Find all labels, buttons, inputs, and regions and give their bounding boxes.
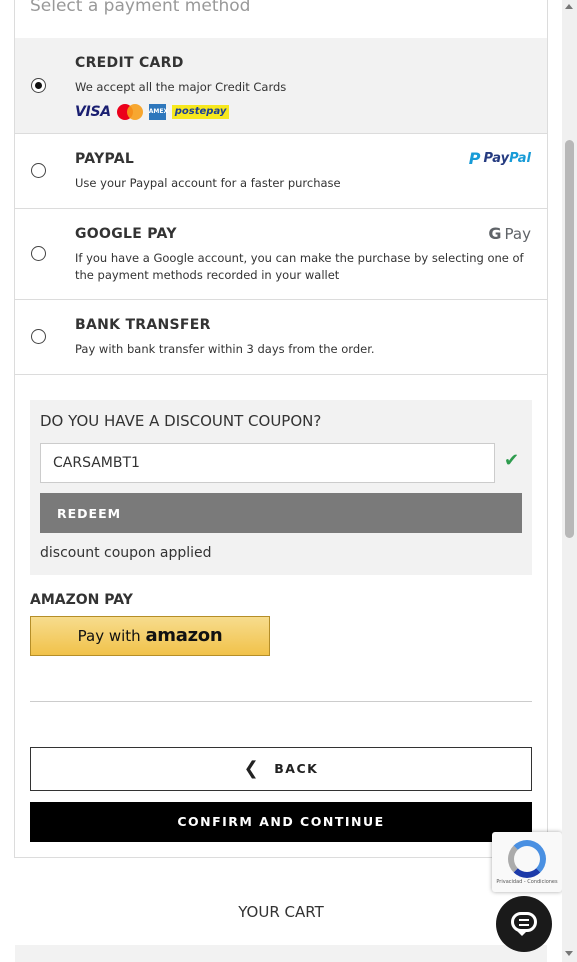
google-pay-logo: G Pay xyxy=(488,224,531,243)
scroll-up-icon[interactable] xyxy=(565,4,573,9)
chat-button[interactable] xyxy=(496,896,552,952)
credit-card-radio[interactable] xyxy=(31,78,46,93)
chat-icon xyxy=(511,912,537,932)
redeem-button[interactable]: REDEEM xyxy=(40,493,522,533)
amazon-pay-title: AMAZON PAY xyxy=(30,592,133,608)
credit-card-title: CREDIT CARD xyxy=(75,55,184,71)
check-icon: ✔ xyxy=(504,450,520,471)
coupon-status: discount coupon applied xyxy=(40,545,212,561)
paypal-title: PAYPAL xyxy=(75,151,135,167)
coupon-section: DO YOU HAVE A DISCOUNT COUPON? ✔ REDEEM … xyxy=(30,400,532,575)
payment-option-credit-card[interactable]: CREDIT CARD We accept all the major Cred… xyxy=(15,38,547,134)
google-pay-radio[interactable] xyxy=(31,246,46,261)
scrollbar[interactable] xyxy=(562,0,577,962)
divider xyxy=(30,701,532,702)
mastercard-logo xyxy=(116,104,143,120)
recaptcha-text: Privacidad - Condiciones xyxy=(496,879,558,885)
cart-panel xyxy=(15,945,547,962)
postepay-logo: postepay xyxy=(171,105,230,119)
recaptcha-badge[interactable]: Privacidad - Condiciones xyxy=(492,832,562,892)
scroll-down-icon[interactable] xyxy=(565,951,573,956)
paypal-description: Use your Paypal account for a faster pur… xyxy=(75,176,341,190)
amazon-pay-button[interactable]: Pay with amazon xyxy=(30,616,270,656)
visa-logo: VISA xyxy=(75,104,111,120)
chevron-left-icon: ❮ xyxy=(243,758,261,779)
bank-transfer-title: BANK TRANSFER xyxy=(75,317,211,333)
recaptcha-icon xyxy=(508,840,546,878)
amazon-logo: amazon xyxy=(145,625,223,646)
section-title: Select a payment method xyxy=(30,0,251,16)
confirm-button[interactable]: CONFIRM AND CONTINUE xyxy=(30,802,532,842)
back-button[interactable]: ❮ BACK xyxy=(30,747,532,791)
back-label: BACK xyxy=(274,761,319,776)
bank-transfer-radio[interactable] xyxy=(31,329,46,344)
credit-card-description: We accept all the major Credit Cards xyxy=(75,80,287,94)
bank-transfer-description: Pay with bank transfer within 3 days fro… xyxy=(75,342,375,356)
google-pay-title: GOOGLE PAY xyxy=(75,226,177,242)
cart-title: YOUR CART xyxy=(238,903,324,921)
amex-logo: AMEX xyxy=(148,104,168,120)
coupon-title: DO YOU HAVE A DISCOUNT COUPON? xyxy=(40,412,322,430)
card-logos: VISA AMEX postepay xyxy=(75,104,230,120)
google-pay-description: If you have a Google account, you can ma… xyxy=(75,251,524,282)
paypal-logo: P PayPal xyxy=(468,149,531,168)
payment-option-google-pay[interactable]: GOOGLE PAY If you have a Google account,… xyxy=(15,209,547,300)
paypal-radio[interactable] xyxy=(31,163,46,178)
coupon-input[interactable] xyxy=(40,443,495,483)
payment-option-bank-transfer[interactable]: BANK TRANSFER Pay with bank transfer wit… xyxy=(15,300,547,375)
scrollbar-thumb[interactable] xyxy=(565,140,574,538)
payment-option-paypal[interactable]: PAYPAL Use your Paypal account for a fas… xyxy=(15,134,547,209)
